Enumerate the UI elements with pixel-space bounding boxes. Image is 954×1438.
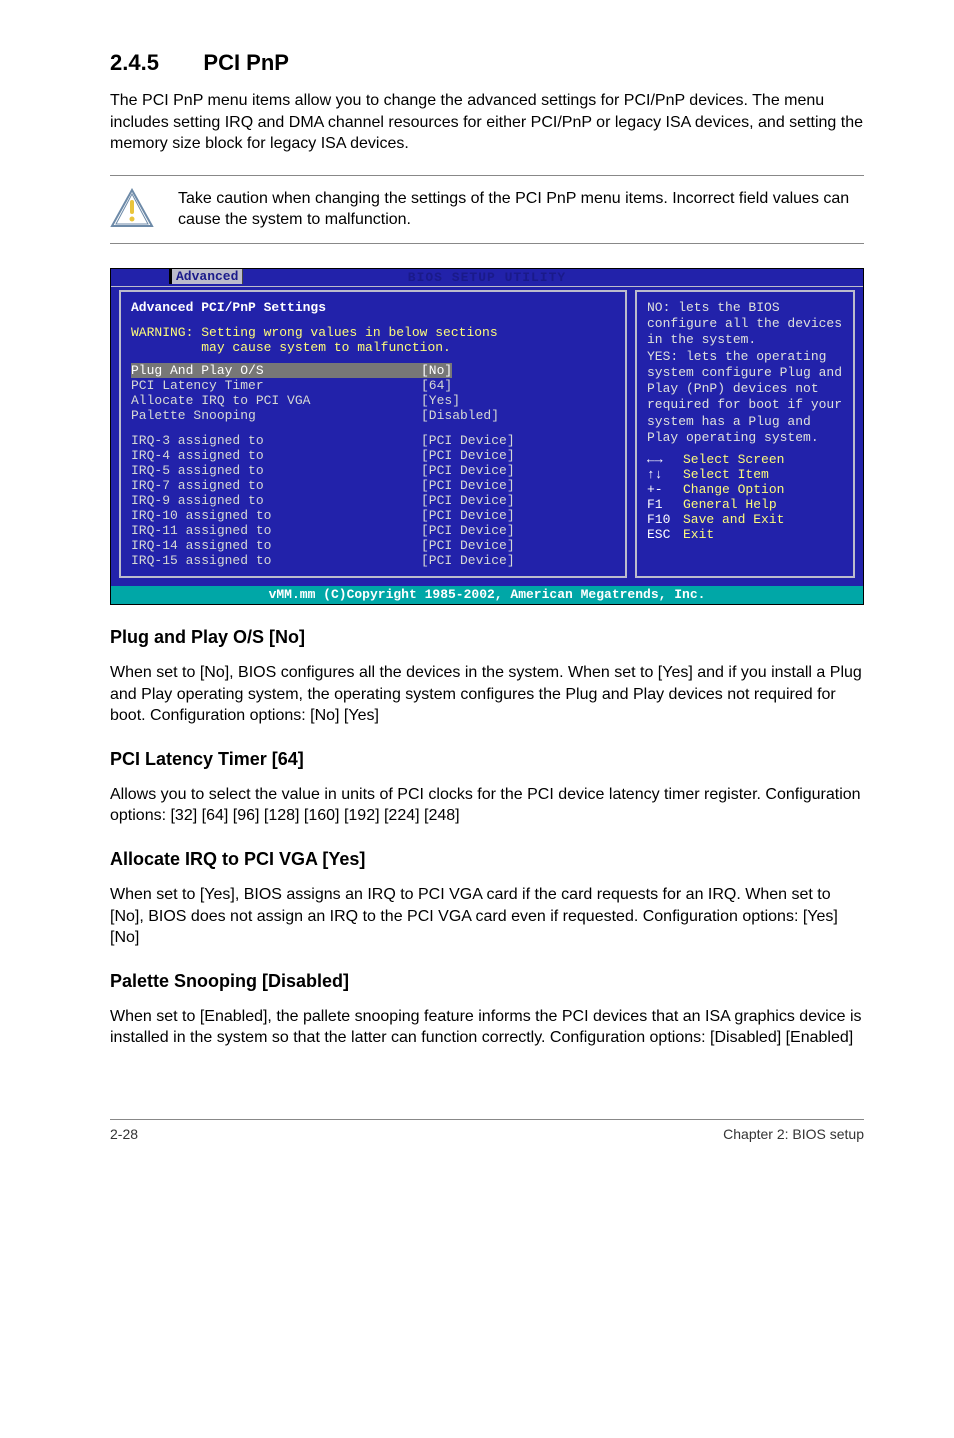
bios-item[interactable]: IRQ-3 assigned to[PCI Device] bbox=[131, 433, 615, 448]
bios-item-value: [PCI Device] bbox=[421, 523, 515, 538]
page-number: 2-28 bbox=[110, 1126, 138, 1142]
bios-item[interactable]: IRQ-14 assigned to[PCI Device] bbox=[131, 538, 615, 553]
key-desc: Select Screen bbox=[683, 452, 784, 467]
bios-item-label: IRQ-9 assigned to bbox=[131, 493, 421, 508]
bios-warning-l1: WARNING: Setting wrong values in below s… bbox=[131, 325, 615, 340]
bios-item-label: PCI Latency Timer bbox=[131, 378, 421, 393]
bios-item[interactable]: IRQ-11 assigned to[PCI Device] bbox=[131, 523, 615, 538]
bios-item-label: IRQ-7 assigned to bbox=[131, 478, 421, 493]
bios-left-heading: Advanced PCI/PnP Settings bbox=[131, 300, 615, 315]
bios-item[interactable]: IRQ-10 assigned to[PCI Device] bbox=[131, 508, 615, 523]
key-glyph: ↑↓ bbox=[647, 467, 683, 482]
bios-item-label: IRQ-14 assigned to bbox=[131, 538, 421, 553]
bios-item-label: Palette Snooping bbox=[131, 408, 421, 423]
bios-help-panel: NO: lets the BIOS configure all the devi… bbox=[635, 290, 855, 578]
page-footer: 2-28 Chapter 2: BIOS setup bbox=[110, 1119, 864, 1142]
bios-item-label: Allocate IRQ to PCI VGA bbox=[131, 393, 421, 408]
subsection-heading: Palette Snooping [Disabled] bbox=[110, 971, 864, 992]
bios-item[interactable]: IRQ-9 assigned to[PCI Device] bbox=[131, 493, 615, 508]
subsection-body: When set to [No], BIOS configures all th… bbox=[110, 662, 864, 727]
bios-item[interactable]: IRQ-15 assigned to[PCI Device] bbox=[131, 553, 615, 568]
bios-item[interactable]: PCI Latency Timer [64] bbox=[131, 378, 615, 393]
bios-item-value: [PCI Device] bbox=[421, 478, 515, 493]
bios-item-label: IRQ-3 assigned to bbox=[131, 433, 421, 448]
bios-item[interactable]: IRQ-4 assigned to[PCI Device] bbox=[131, 448, 615, 463]
key-glyph: F1 bbox=[647, 497, 683, 512]
bios-left-panel: Advanced PCI/PnP Settings WARNING: Setti… bbox=[119, 290, 627, 578]
bios-item-value: [PCI Device] bbox=[421, 463, 515, 478]
key-glyph: F10 bbox=[647, 512, 683, 527]
bios-footer: vMM.mm (C)Copyright 1985-2002, American … bbox=[111, 586, 863, 604]
key-desc: Change Option bbox=[683, 482, 784, 497]
bios-item-label: IRQ-11 assigned to bbox=[131, 523, 421, 538]
subsection-heading: Plug and Play O/S [No] bbox=[110, 627, 864, 648]
bios-item-value: [PCI Device] bbox=[421, 433, 515, 448]
caution-text: Take caution when changing the settings … bbox=[178, 188, 864, 231]
bios-screen: BIOS SETUP UTILITY Advanced Advanced PCI… bbox=[110, 268, 864, 605]
key-glyph: +- bbox=[647, 482, 683, 497]
subsection-heading: Allocate IRQ to PCI VGA [Yes] bbox=[110, 849, 864, 870]
subsection-body: When set to [Yes], BIOS assigns an IRQ t… bbox=[110, 884, 864, 949]
bios-item-value: [PCI Device] bbox=[421, 493, 515, 508]
bios-key-legend: ←→Select Screen ↑↓Select Item +-Change O… bbox=[647, 452, 843, 542]
bios-item-label: IRQ-5 assigned to bbox=[131, 463, 421, 478]
bios-item-label: Plug And Play O/S bbox=[131, 363, 421, 378]
bios-item-value: [PCI Device] bbox=[421, 448, 515, 463]
caution-icon bbox=[110, 188, 154, 228]
bios-help-text: NO: lets the BIOS configure all the devi… bbox=[647, 300, 843, 446]
bios-item[interactable]: IRQ-5 assigned to[PCI Device] bbox=[131, 463, 615, 478]
bios-item-label: IRQ-15 assigned to bbox=[131, 553, 421, 568]
bios-item-label: IRQ-10 assigned to bbox=[131, 508, 421, 523]
bios-item[interactable]: IRQ-7 assigned to[PCI Device] bbox=[131, 478, 615, 493]
key-desc: Exit bbox=[683, 527, 714, 542]
bios-item-plug-and-play[interactable]: Plug And Play O/S [No] bbox=[131, 363, 615, 378]
section-title: PCI PnP bbox=[203, 50, 289, 76]
bios-tab-advanced[interactable]: Advanced bbox=[169, 269, 243, 284]
intro-paragraph: The PCI PnP menu items allow you to chan… bbox=[110, 90, 864, 155]
bios-item-value: [PCI Device] bbox=[421, 508, 515, 523]
key-desc: Save and Exit bbox=[683, 512, 784, 527]
bios-item-value: [Yes] bbox=[421, 393, 460, 408]
section-number: 2.4.5 bbox=[110, 50, 159, 76]
bios-item-value: [PCI Device] bbox=[421, 538, 515, 553]
bios-item-label: IRQ-4 assigned to bbox=[131, 448, 421, 463]
key-desc: General Help bbox=[683, 497, 777, 512]
caution-callout: Take caution when changing the settings … bbox=[110, 175, 864, 244]
section-header: 2.4.5 PCI PnP bbox=[110, 50, 864, 76]
key-glyph: ESC bbox=[647, 527, 683, 542]
key-glyph: ←→ bbox=[647, 452, 683, 467]
bios-item[interactable]: Palette Snooping [Disabled] bbox=[131, 408, 615, 423]
subsection-body: Allows you to select the value in units … bbox=[110, 784, 864, 827]
bios-item[interactable]: Allocate IRQ to PCI VGA [Yes] bbox=[131, 393, 615, 408]
bios-item-value: [64] bbox=[421, 378, 452, 393]
bios-item-value: [No] bbox=[421, 363, 452, 378]
subsection-body: When set to [Enabled], the pallete snoop… bbox=[110, 1006, 864, 1049]
bios-item-value: [PCI Device] bbox=[421, 553, 515, 568]
bios-warning-l2: may cause system to malfunction. bbox=[131, 340, 615, 355]
chapter-label: Chapter 2: BIOS setup bbox=[723, 1126, 864, 1142]
key-desc: Select Item bbox=[683, 467, 769, 482]
bios-item-value: [Disabled] bbox=[421, 408, 499, 423]
subsection-heading: PCI Latency Timer [64] bbox=[110, 749, 864, 770]
